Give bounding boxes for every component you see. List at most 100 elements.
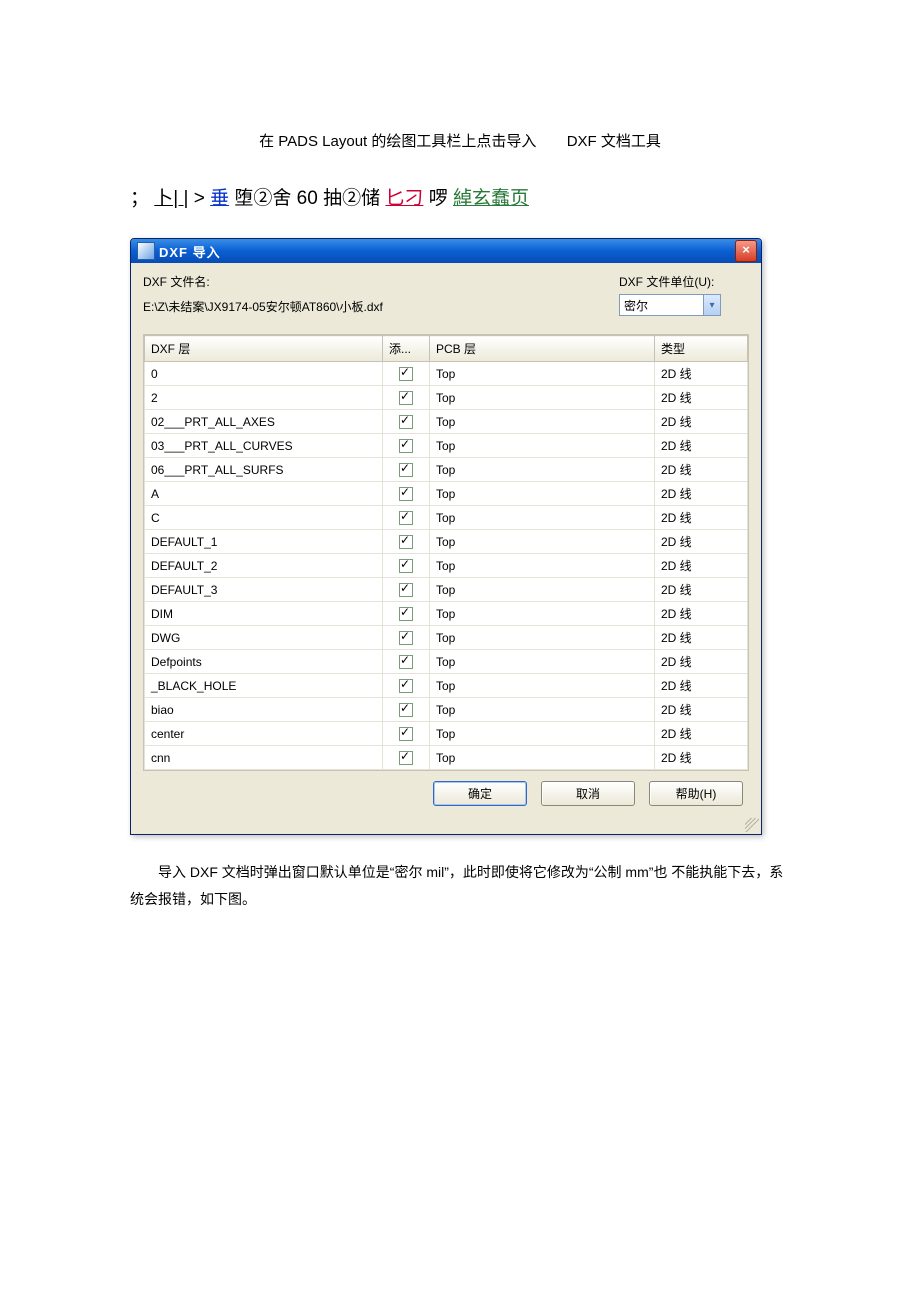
cell-add-checkbox[interactable] — [383, 650, 430, 674]
table-row[interactable]: 02___PRT_ALL_AXESTop2D 线 — [145, 410, 748, 434]
dialog-titlebar[interactable]: DXF 导入 × — [131, 239, 761, 263]
caption-part1: 在 PADS Layout 的绘图工具栏上点击导入 — [259, 133, 536, 150]
cell-type[interactable]: 2D 线 — [655, 698, 748, 722]
cell-pcb-layer[interactable]: Top — [430, 626, 655, 650]
help-button[interactable]: 帮助(H) — [649, 781, 743, 806]
cell-add-checkbox[interactable] — [383, 386, 430, 410]
cell-add-checkbox[interactable] — [383, 602, 430, 626]
cell-type[interactable]: 2D 线 — [655, 674, 748, 698]
cell-type[interactable]: 2D 线 — [655, 410, 748, 434]
cell-pcb-layer[interactable]: Top — [430, 746, 655, 770]
table-row[interactable]: DWG Top2D 线 — [145, 626, 748, 650]
checkbox-icon[interactable] — [399, 679, 413, 693]
cell-pcb-layer[interactable]: Top — [430, 362, 655, 386]
table-row[interactable]: cnnTop2D 线 — [145, 746, 748, 770]
table-row[interactable]: centerTop2D 线 — [145, 722, 748, 746]
cell-add-checkbox[interactable] — [383, 746, 430, 770]
cell-add-checkbox[interactable] — [383, 458, 430, 482]
col-header-type[interactable]: 类型 — [655, 336, 748, 362]
cell-add-checkbox[interactable] — [383, 698, 430, 722]
checkbox-icon[interactable] — [399, 727, 413, 741]
cell-add-checkbox[interactable] — [383, 626, 430, 650]
cell-pcb-layer[interactable]: Top — [430, 482, 655, 506]
cell-pcb-layer[interactable]: Top — [430, 650, 655, 674]
cell-add-checkbox[interactable] — [383, 674, 430, 698]
cell-pcb-layer[interactable]: Top — [430, 530, 655, 554]
unit-combo[interactable]: 密尔 ▾ — [619, 294, 721, 316]
checkbox-icon[interactable] — [399, 751, 413, 765]
table-row[interactable]: biaoTop2D 线 — [145, 698, 748, 722]
cell-pcb-layer[interactable]: Top — [430, 602, 655, 626]
cell-pcb-layer[interactable]: Top — [430, 722, 655, 746]
table-row[interactable]: DEFAULT_2Top2D 线 — [145, 554, 748, 578]
checkbox-icon[interactable] — [399, 703, 413, 717]
table-row[interactable]: 03___PRT_ALL_CURVESTop2D 线 — [145, 434, 748, 458]
cell-add-checkbox[interactable] — [383, 434, 430, 458]
resize-grip[interactable] — [131, 818, 761, 834]
close-button[interactable]: × — [735, 240, 757, 262]
checkbox-icon[interactable] — [399, 367, 413, 381]
cell-add-checkbox[interactable] — [383, 506, 430, 530]
cell-pcb-layer[interactable]: Top — [430, 674, 655, 698]
cell-add-checkbox[interactable] — [383, 578, 430, 602]
cell-pcb-layer[interactable]: Top — [430, 434, 655, 458]
cell-pcb-layer[interactable]: Top — [430, 410, 655, 434]
checkbox-icon[interactable] — [399, 535, 413, 549]
checkbox-icon[interactable] — [399, 439, 413, 453]
cell-pcb-layer[interactable]: Top — [430, 506, 655, 530]
table-row[interactable]: 2Top2D 线 — [145, 386, 748, 410]
table-row[interactable]: ATop2D 线 — [145, 482, 748, 506]
cell-type[interactable]: 2D 线 — [655, 482, 748, 506]
checkbox-icon[interactable] — [399, 391, 413, 405]
table-row[interactable]: _BLACK_HOLETop2D 线 — [145, 674, 748, 698]
cell-pcb-layer[interactable]: Top — [430, 386, 655, 410]
cell-type[interactable]: 2D 线 — [655, 554, 748, 578]
col-header-dxf[interactable]: DXF 层 — [145, 336, 383, 362]
chevron-down-icon[interactable]: ▾ — [703, 295, 720, 315]
cell-add-checkbox[interactable] — [383, 722, 430, 746]
checkbox-icon[interactable] — [399, 583, 413, 597]
filename-label: DXF 文件名: — [143, 273, 619, 290]
table-row[interactable]: DIMTop2D 线 — [145, 602, 748, 626]
cell-type[interactable]: 2D 线 — [655, 386, 748, 410]
cell-type[interactable]: 2D 线 — [655, 602, 748, 626]
cell-pcb-layer[interactable]: Top — [430, 698, 655, 722]
table-row[interactable]: 06___PRT_ALL_SURFSTop2D 线 — [145, 458, 748, 482]
checkbox-icon[interactable] — [399, 631, 413, 645]
table-row[interactable]: 0Top2D 线 — [145, 362, 748, 386]
ok-button[interactable]: 确定 — [433, 781, 527, 806]
cell-type[interactable]: 2D 线 — [655, 722, 748, 746]
cell-add-checkbox[interactable] — [383, 530, 430, 554]
checkbox-icon[interactable] — [399, 559, 413, 573]
cell-add-checkbox[interactable] — [383, 362, 430, 386]
cell-pcb-layer[interactable]: Top — [430, 578, 655, 602]
cell-pcb-layer[interactable]: Top — [430, 554, 655, 578]
cell-add-checkbox[interactable] — [383, 482, 430, 506]
col-header-add[interactable]: 添... — [383, 336, 430, 362]
cell-add-checkbox[interactable] — [383, 410, 430, 434]
cancel-button[interactable]: 取消 — [541, 781, 635, 806]
checkbox-icon[interactable] — [399, 607, 413, 621]
cell-type[interactable]: 2D 线 — [655, 650, 748, 674]
cell-type[interactable]: 2D 线 — [655, 362, 748, 386]
checkbox-icon[interactable] — [399, 655, 413, 669]
cell-dxf-layer: DWG — [145, 626, 383, 650]
cell-type[interactable]: 2D 线 — [655, 746, 748, 770]
col-header-pcb[interactable]: PCB 层 — [430, 336, 655, 362]
checkbox-icon[interactable] — [399, 415, 413, 429]
cell-type[interactable]: 2D 线 — [655, 578, 748, 602]
cell-type[interactable]: 2D 线 — [655, 626, 748, 650]
cell-add-checkbox[interactable] — [383, 554, 430, 578]
cell-pcb-layer[interactable]: Top — [430, 458, 655, 482]
checkbox-icon[interactable] — [399, 511, 413, 525]
checkbox-icon[interactable] — [399, 487, 413, 501]
table-row[interactable]: DEFAULT_1Top2D 线 — [145, 530, 748, 554]
table-row[interactable]: CTop2D 线 — [145, 506, 748, 530]
table-row[interactable]: DefpointsTop2D 线 — [145, 650, 748, 674]
cell-type[interactable]: 2D 线 — [655, 530, 748, 554]
checkbox-icon[interactable] — [399, 463, 413, 477]
cell-type[interactable]: 2D 线 — [655, 458, 748, 482]
cell-type[interactable]: 2D 线 — [655, 506, 748, 530]
cell-type[interactable]: 2D 线 — [655, 434, 748, 458]
table-row[interactable]: DEFAULT_3Top2D 线 — [145, 578, 748, 602]
